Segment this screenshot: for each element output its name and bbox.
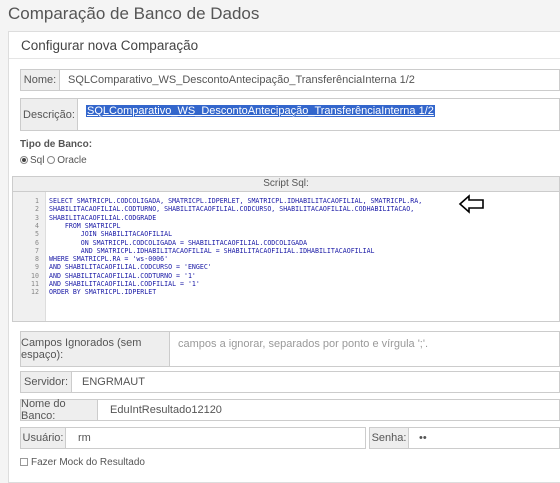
radio-oracle[interactable]: Oracle — [47, 155, 87, 166]
line-number: 11 — [31, 280, 39, 288]
senha-label: Senha: — [369, 427, 409, 449]
servidor-label: Servidor: — [20, 371, 72, 393]
line-number: 8 — [35, 255, 39, 264]
code-line: 3 SHABILITACAOFILIAL.CODGRADE — [13, 214, 559, 222]
code-line: 6 ON SMATRICPL.CODCOLIGADA = SHABILITACA… — [13, 239, 559, 247]
nome-banco-label: Nome do Banco: — [20, 398, 98, 422]
code-text: FROM SMATRICPL — [49, 221, 121, 230]
line-number: 6 — [35, 238, 39, 247]
code-text: SELECT SMATRICPL.CODCOLIGADA, SMATRICPL.… — [49, 197, 423, 205]
line-number: 2 — [35, 205, 39, 214]
nome-label: Nome: — [20, 69, 60, 91]
descricao-selected-text: SQLComparativo_WS_DescontoAntecipação_Tr… — [86, 105, 435, 117]
line-number: 5 — [35, 230, 39, 239]
campos-ignorados-placeholder: campos a ignorar, separados por ponto e … — [178, 338, 429, 350]
descricao-label: Descrição: — [20, 98, 78, 131]
code-line: 4 FROM SMATRICPL — [13, 222, 559, 230]
line-number: 1 — [35, 197, 39, 205]
code-text: ORDER BY SMATRICPL.IDPERLET — [49, 288, 157, 297]
code-text: AND SHABILITACAOFILIAL.CODCURSO = 'ENGEC… — [49, 263, 212, 272]
script-sql-header: Script Sql: — [12, 176, 560, 192]
code-line: 9 AND SHABILITACAOFILIAL.CODCURSO = 'ENGE… — [13, 263, 559, 271]
usuario-label: Usuário: — [20, 427, 66, 449]
code-text: AND SMATRICPL.IDHABILITACAOFILIAL = SHAB… — [49, 246, 375, 255]
nome-input[interactable]: SQLComparativo_WS_DescontoAntecipação_Tr… — [60, 69, 560, 91]
descricao-textarea[interactable]: SQLComparativo_WS_DescontoAntecipação_Tr… — [78, 98, 560, 131]
code-text: AND SHABILITACAOFILIAL.CODTURNO = '1' — [49, 271, 196, 280]
code-text: AND SHABILITACAOFILIAL.CODFILIAL = '1' — [49, 280, 200, 288]
code-text: ON SMATRICPL.CODCOLIGADA = SHABILITACAOF… — [49, 238, 308, 247]
panel-title: Configurar nova Comparação — [21, 38, 199, 53]
nome-banco-input[interactable]: EduIntResultado12120 — [98, 399, 560, 421]
code-line: 12 ORDER BY SMATRICPL.IDPERLET — [13, 288, 559, 296]
tipo-banco-options: Sql Oracle — [20, 155, 87, 166]
line-number: 9 — [35, 263, 39, 272]
radio-sql[interactable]: Sql — [20, 155, 44, 166]
servidor-input[interactable]: ENGRMAUT — [72, 371, 560, 393]
line-number: 4 — [35, 221, 39, 230]
left-arrow-icon — [458, 194, 484, 214]
page-title: Comparação de Banco de Dados — [8, 4, 260, 23]
code-text: SHABILITACAOFILIAL.CODGRADE — [49, 213, 157, 222]
line-number: 3 — [35, 213, 39, 222]
code-line: 8 WHERE SMATRICPL.RA = 'ws-0006' — [13, 255, 559, 263]
fazer-mock-checkbox[interactable]: Fazer Mock do Resultado — [20, 457, 145, 468]
line-number: 7 — [35, 246, 39, 255]
code-text: JOIN SHABILITACAOFILIAL — [49, 230, 173, 239]
code-text: SHABILITACAOFILIAL.CODTURNO, SHABILITACA… — [49, 205, 415, 214]
code-line: 5 JOIN SHABILITACAOFILIAL — [13, 230, 559, 238]
tipo-banco-label: Tipo de Banco: — [20, 139, 93, 150]
divider — [9, 58, 560, 59]
code-line: 11 AND SHABILITACAOFILIAL.CODFILIAL = '1' — [13, 280, 559, 288]
line-number: 12 — [31, 288, 39, 297]
code-line: 7 AND SMATRICPL.IDHABILITACAOFILIAL = SH… — [13, 247, 559, 255]
usuario-input[interactable]: rm — [66, 427, 366, 449]
radio-sql-icon — [20, 156, 28, 164]
checkbox-icon — [20, 458, 28, 466]
radio-oracle-icon — [47, 156, 56, 164]
campos-ignorados-textarea[interactable]: campos a ignorar, separados por ponto e … — [170, 331, 560, 367]
line-number: 10 — [31, 271, 39, 280]
campos-ignorados-label: Campos Ignorados (sem espaço): — [20, 331, 170, 367]
senha-input[interactable]: •• — [409, 427, 560, 449]
code-line: 10 AND SHABILITACAOFILIAL.CODTURNO = '1' — [13, 272, 559, 280]
code-text: WHERE SMATRICPL.RA = 'ws-0006' — [49, 255, 169, 264]
